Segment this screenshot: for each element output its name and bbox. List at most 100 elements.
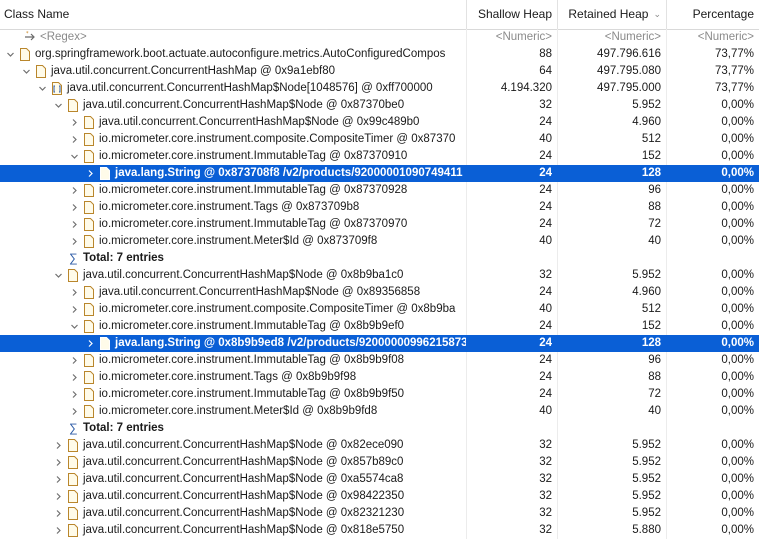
chevron-right-icon[interactable] bbox=[68, 182, 80, 199]
object-instance-icon bbox=[68, 99, 78, 112]
class-name-cell: io.micrometer.core.instrument.ImmutableT… bbox=[0, 148, 467, 165]
column-header-retained-heap[interactable]: Retained Heap ⌄ bbox=[558, 0, 667, 29]
column-header-bar: Class Name Shallow Heap Retained Heap ⌄ P… bbox=[0, 0, 759, 30]
filter-class-name-cell[interactable]: * <Regex> bbox=[0, 29, 467, 46]
class-name-cell: io.micrometer.core.instrument.ImmutableT… bbox=[0, 182, 467, 199]
table-row[interactable]: io.micrometer.core.instrument.Tags @ 0x8… bbox=[0, 199, 759, 216]
chevron-right-icon[interactable] bbox=[52, 454, 64, 471]
object-label: io.micrometer.core.instrument.ImmutableT… bbox=[99, 150, 408, 162]
percentage-cell: 0,00% bbox=[721, 150, 754, 162]
chevron-down-icon[interactable] bbox=[36, 80, 48, 97]
percentage-cell: 0,00% bbox=[721, 167, 754, 179]
chevron-right-icon[interactable] bbox=[68, 284, 80, 301]
column-header-percentage[interactable]: Percentage bbox=[667, 0, 759, 29]
total-entries-row[interactable]: ∑ Total: 7 entries bbox=[0, 250, 759, 267]
object-instance-icon bbox=[68, 473, 78, 486]
table-row[interactable]: java.util.concurrent.ConcurrentHashMap$N… bbox=[0, 505, 759, 522]
table-row[interactable]: io.micrometer.core.instrument.ImmutableT… bbox=[0, 182, 759, 199]
object-instance-icon bbox=[84, 184, 94, 197]
object-instance-icon bbox=[84, 133, 94, 146]
table-row[interactable]: java.util.concurrent.ConcurrentHashMap$N… bbox=[0, 284, 759, 301]
retained-heap-cell: 88 bbox=[558, 199, 667, 216]
chevron-right-icon[interactable] bbox=[68, 233, 80, 250]
chevron-right-icon[interactable] bbox=[68, 131, 80, 148]
chevron-down-icon[interactable] bbox=[20, 63, 32, 80]
table-row[interactable]: io.micrometer.core.instrument.ImmutableT… bbox=[0, 148, 759, 165]
retained-heap-cell: 5.952 bbox=[558, 505, 667, 522]
table-row[interactable]: org.springframework.boot.actuate.autocon… bbox=[0, 46, 759, 63]
chevron-right-icon[interactable] bbox=[52, 522, 64, 539]
percentage-cell: 0,00% bbox=[721, 473, 754, 485]
percentage-cell: 0,00% bbox=[721, 269, 754, 281]
chevron-right-icon[interactable] bbox=[84, 165, 96, 182]
total-entries-label: Total: 7 entries bbox=[83, 252, 164, 264]
table-row[interactable]: java.lang.String @ 0x8b9b9ed8 /v2/produc… bbox=[0, 335, 759, 352]
chevron-right-icon[interactable] bbox=[68, 114, 80, 131]
filter-retained-cell[interactable]: <Numeric> bbox=[558, 29, 667, 46]
table-row[interactable]: java.util.concurrent.ConcurrentHashMap$N… bbox=[0, 97, 759, 114]
class-name-cell: java.util.concurrent.ConcurrentHashMap$N… bbox=[0, 114, 467, 131]
object-label: io.micrometer.core.instrument.ImmutableT… bbox=[99, 354, 405, 366]
table-row[interactable]: java.util.concurrent.ConcurrentHashMap$N… bbox=[0, 454, 759, 471]
table-row[interactable]: io.micrometer.core.instrument.Tags @ 0x8… bbox=[0, 369, 759, 386]
total-entries-row[interactable]: ∑ Total: 7 entries bbox=[0, 420, 759, 437]
chevron-right-icon[interactable] bbox=[68, 369, 80, 386]
class-name-cell: java.util.concurrent.ConcurrentHashMap$N… bbox=[0, 97, 467, 114]
table-row[interactable]: java.util.concurrent.ConcurrentHashMap$N… bbox=[0, 488, 759, 505]
table-row[interactable]: io.micrometer.core.instrument.ImmutableT… bbox=[0, 352, 759, 369]
percentage-cell: 0,00% bbox=[721, 116, 754, 128]
chevron-down-icon[interactable] bbox=[52, 267, 64, 284]
chevron-right-icon[interactable] bbox=[68, 403, 80, 420]
column-header-shallow-heap[interactable]: Shallow Heap bbox=[467, 0, 558, 29]
object-label: java.util.concurrent.ConcurrentHashMap$N… bbox=[99, 286, 421, 298]
chevron-right-icon[interactable] bbox=[52, 471, 64, 488]
chevron-right-icon[interactable] bbox=[68, 301, 80, 318]
chevron-right-icon[interactable] bbox=[68, 352, 80, 369]
table-row[interactable]: java.lang.String @ 0x873708f8 /v2/produc… bbox=[0, 165, 759, 182]
table-row[interactable]: io.micrometer.core.instrument.ImmutableT… bbox=[0, 386, 759, 403]
table-row[interactable]: io.micrometer.core.instrument.ImmutableT… bbox=[0, 216, 759, 233]
shallow-heap-cell: 32 bbox=[467, 267, 558, 284]
sum-icon: ∑ bbox=[69, 421, 78, 435]
table-row[interactable]: io.micrometer.core.instrument.Meter$Id @… bbox=[0, 233, 759, 250]
table-row[interactable]: java.util.concurrent.ConcurrentHashMap$N… bbox=[0, 267, 759, 284]
filter-percentage-cell[interactable]: <Numeric> bbox=[667, 29, 759, 46]
chevron-right-icon[interactable] bbox=[68, 216, 80, 233]
chevron-right-icon[interactable] bbox=[52, 437, 64, 454]
object-label: java.util.concurrent.ConcurrentHashMap$N… bbox=[83, 456, 404, 468]
retained-heap-cell bbox=[558, 250, 667, 267]
table-row[interactable]: io.micrometer.core.instrument.Meter$Id @… bbox=[0, 403, 759, 420]
table-row[interactable]: io.micrometer.core.instrument.composite.… bbox=[0, 301, 759, 318]
table-row[interactable]: io.micrometer.core.instrument.ImmutableT… bbox=[0, 318, 759, 335]
object-instance-icon bbox=[36, 65, 46, 78]
chevron-down-icon[interactable] bbox=[68, 148, 80, 165]
object-instance-icon bbox=[84, 235, 94, 248]
table-row[interactable]: java.util.concurrent.ConcurrentHashMap$N… bbox=[0, 114, 759, 131]
chevron-down-icon[interactable] bbox=[52, 97, 64, 114]
table-row[interactable]: java.util.concurrent.ConcurrentHashMap @… bbox=[0, 63, 759, 80]
column-header-class-name[interactable]: Class Name bbox=[0, 0, 467, 29]
table-row[interactable]: java.util.concurrent.ConcurrentHashMap$N… bbox=[0, 437, 759, 454]
chevron-right-icon[interactable] bbox=[52, 488, 64, 505]
chevron-right-icon[interactable] bbox=[52, 505, 64, 522]
percentage-cell: 0,00% bbox=[721, 133, 754, 145]
percentage-cell: 0,00% bbox=[721, 337, 754, 349]
table-row[interactable]: java.util.concurrent.ConcurrentHashMap$N… bbox=[0, 80, 759, 97]
object-instance-icon bbox=[84, 388, 94, 401]
array-object-icon bbox=[52, 82, 62, 95]
object-label: io.micrometer.core.instrument.ImmutableT… bbox=[99, 388, 405, 400]
filter-shallow-cell[interactable]: <Numeric> bbox=[467, 29, 558, 46]
chevron-right-icon[interactable] bbox=[84, 335, 96, 352]
shallow-heap-cell: 88 bbox=[467, 46, 558, 63]
class-name-cell: io.micrometer.core.instrument.ImmutableT… bbox=[0, 386, 467, 403]
chevron-down-icon[interactable] bbox=[68, 318, 80, 335]
object-label: java.lang.String @ 0x8b9b9ed8 /v2/produc… bbox=[115, 337, 467, 349]
table-row[interactable]: java.util.concurrent.ConcurrentHashMap$N… bbox=[0, 522, 759, 539]
chevron-right-icon[interactable] bbox=[68, 199, 80, 216]
object-instance-icon bbox=[84, 201, 94, 214]
chevron-down-icon[interactable] bbox=[4, 46, 16, 63]
shallow-heap-cell: 24 bbox=[467, 386, 558, 403]
table-row[interactable]: java.util.concurrent.ConcurrentHashMap$N… bbox=[0, 471, 759, 488]
chevron-right-icon[interactable] bbox=[68, 386, 80, 403]
table-row[interactable]: io.micrometer.core.instrument.composite.… bbox=[0, 131, 759, 148]
